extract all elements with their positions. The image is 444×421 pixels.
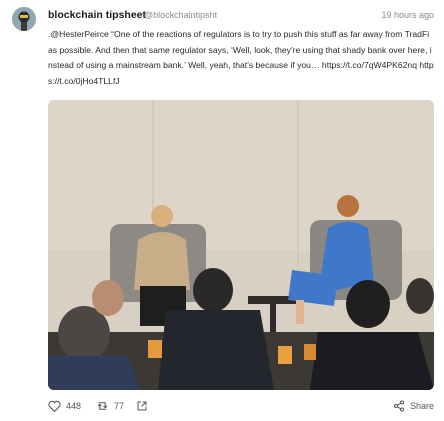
post-image[interactable] (48, 100, 434, 390)
avatar-icon (12, 7, 36, 31)
share-icon (393, 400, 404, 412)
author-name[interactable]: blockchain tipsheet (48, 9, 146, 21)
like-button[interactable]: 448 (48, 400, 81, 412)
heart-icon (48, 400, 61, 412)
retweet-icon (97, 402, 108, 410)
like-count: 448 (66, 401, 82, 411)
author-handle[interactable]: @blockchaintipsht (144, 10, 217, 20)
post-timestamp[interactable]: 19 hours ago (381, 10, 434, 20)
open-external-button[interactable] (136, 400, 148, 412)
retweet-count: 77 (114, 401, 125, 411)
share-label: Share (409, 401, 434, 411)
retweet-button[interactable]: 77 (96, 400, 124, 412)
avatar[interactable] (12, 7, 36, 31)
post-card: blockchain tipsheet @blockchaintipsht 19… (0, 0, 444, 421)
post-text: .@HesterPeirce “One of the reactions of … (48, 29, 434, 86)
external-link-icon (137, 401, 147, 411)
panel-discussion-photo (48, 100, 434, 390)
post-actions: 448 77 Share (48, 400, 434, 418)
share-button[interactable]: Share (393, 400, 434, 412)
